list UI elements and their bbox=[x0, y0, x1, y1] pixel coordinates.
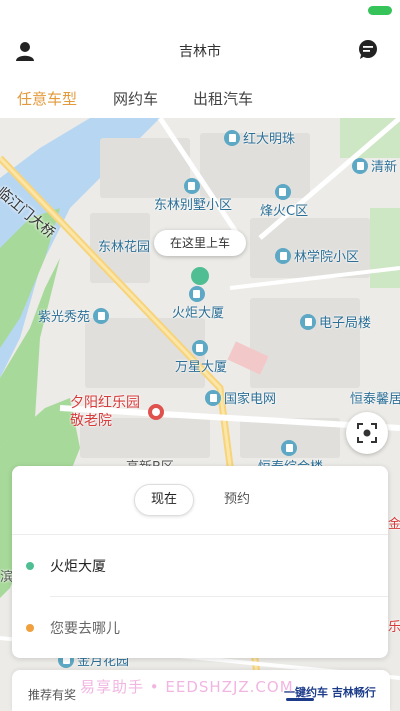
brand-mark bbox=[286, 698, 314, 701]
poi-marker[interactable]: 国家电网 bbox=[205, 388, 276, 407]
booking-panel: 现在 预约 火炬大厦 您要去哪儿 bbox=[12, 466, 388, 658]
building-icon bbox=[224, 129, 240, 146]
tab-ride-hailing[interactable]: 网约车 bbox=[113, 88, 158, 109]
poi-marker[interactable]: 东林别墅小区 bbox=[154, 178, 232, 213]
poi-marker[interactable]: 东林花园 bbox=[98, 236, 150, 255]
poi-marker[interactable]: 万星大厦 bbox=[175, 340, 227, 375]
tab-taxi[interactable]: 出租汽车 bbox=[193, 88, 253, 109]
poi-marker[interactable]: 烽火C区 bbox=[260, 184, 308, 219]
building-icon bbox=[93, 307, 110, 324]
destination-row[interactable]: 您要去哪儿 bbox=[12, 600, 388, 656]
building-icon bbox=[352, 157, 368, 174]
header: 吉林市 bbox=[0, 24, 400, 78]
building-icon bbox=[281, 440, 297, 456]
poi-marker[interactable]: 电子局楼 bbox=[300, 312, 371, 331]
building-icon bbox=[300, 313, 316, 330]
poi-marker[interactable]: 恒泰馨居 bbox=[350, 388, 400, 407]
building-icon bbox=[275, 247, 291, 264]
pickup-pin bbox=[191, 267, 209, 285]
pickup-row[interactable]: 火炬大厦 bbox=[12, 538, 388, 594]
chat-icon bbox=[359, 40, 377, 59]
divider bbox=[50, 596, 388, 597]
locate-button[interactable] bbox=[346, 412, 388, 454]
tab-any-car[interactable]: 任意车型 bbox=[17, 88, 77, 109]
building-icon bbox=[188, 286, 205, 302]
car-type-tabs: 任意车型 网约车 出租汽车 bbox=[0, 78, 400, 118]
poi-marker[interactable]: 乐 bbox=[388, 616, 400, 635]
time-tab-now[interactable]: 现在 bbox=[134, 484, 194, 516]
battery-icon bbox=[368, 6, 392, 15]
building-icon bbox=[205, 389, 221, 406]
divider bbox=[12, 534, 388, 535]
poi-marker[interactable]: 红大明珠 bbox=[224, 128, 295, 147]
pickup-bubble[interactable]: 在这里上车 bbox=[154, 230, 246, 256]
poi-marker[interactable]: 金 bbox=[388, 513, 400, 532]
building-icon bbox=[274, 184, 291, 200]
destination-input[interactable]: 您要去哪儿 bbox=[50, 618, 120, 638]
building-icon bbox=[191, 340, 208, 356]
user-icon bbox=[16, 42, 34, 61]
status-bar bbox=[0, 0, 400, 24]
building-icon bbox=[183, 178, 200, 194]
locate-icon bbox=[357, 423, 377, 443]
destination-dot-icon bbox=[26, 624, 34, 632]
promo-label: 推荐有奖 bbox=[28, 688, 77, 702]
time-tab-reserve[interactable]: 预约 bbox=[212, 484, 262, 516]
pickup-location: 火炬大厦 bbox=[50, 559, 106, 575]
poi-marker[interactable]: 夕阳红乐园敬老院 bbox=[70, 394, 170, 430]
messages-button[interactable] bbox=[358, 39, 380, 61]
poi-marker[interactable]: 紫光秀苑 bbox=[38, 306, 110, 325]
poi-pickup[interactable]: 火炬大厦 bbox=[172, 286, 224, 321]
pickup-dot-icon bbox=[26, 562, 34, 570]
watermark: 易享助手 • EEDSHZJZ.COM bbox=[80, 678, 294, 696]
poi-marker[interactable]: 林学院小区 bbox=[275, 246, 359, 265]
star-icon bbox=[148, 404, 164, 420]
poi-marker[interactable]: 清新 bbox=[352, 156, 397, 175]
city-title: 吉林市 bbox=[179, 44, 221, 60]
user-profile-button[interactable] bbox=[14, 40, 40, 64]
